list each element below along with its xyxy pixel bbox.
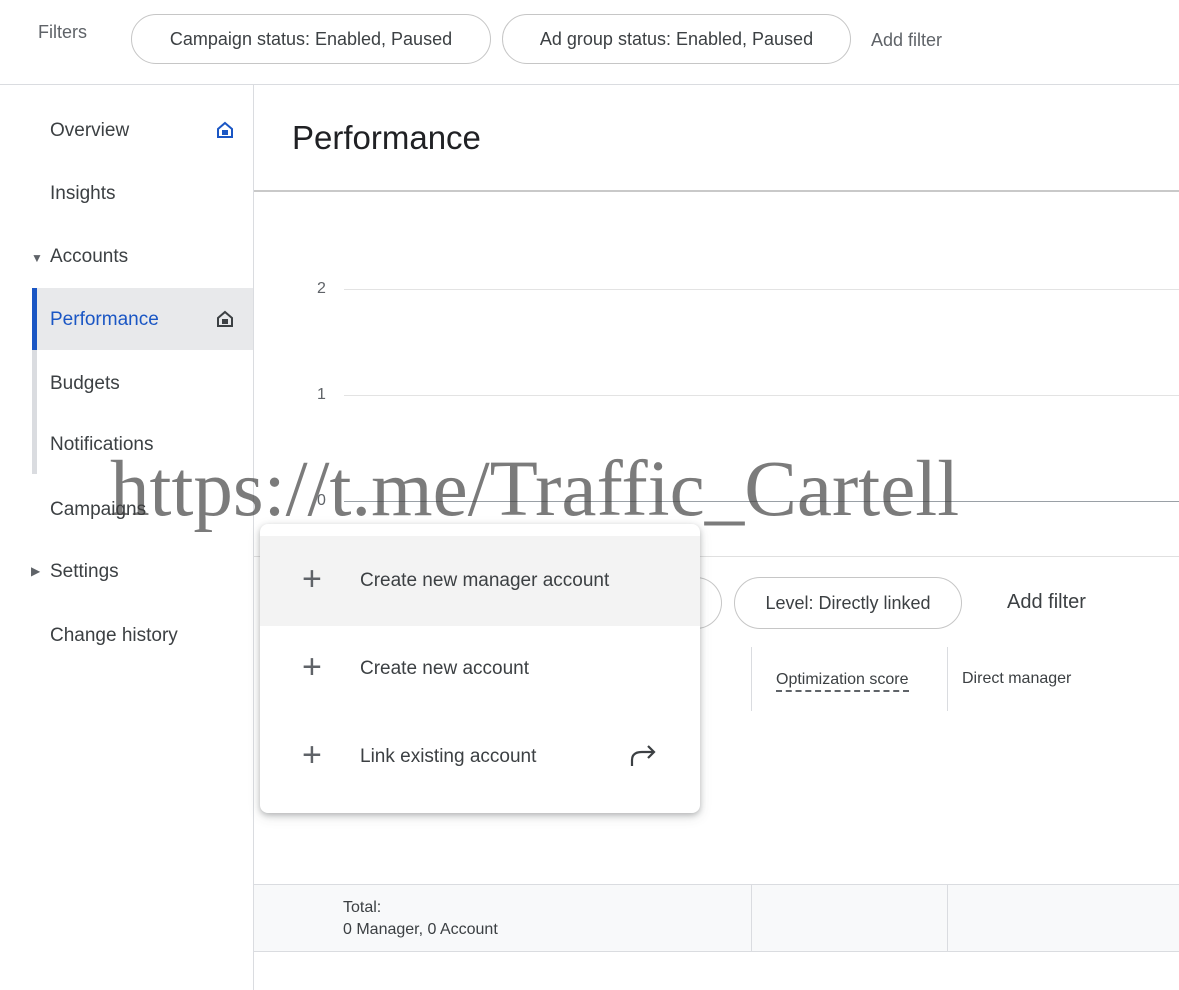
menu-item-create-manager-account[interactable]: + Create new manager account — [260, 536, 700, 626]
column-header-direct-manager[interactable]: Direct manager — [962, 670, 1071, 688]
submenu-indent-line — [32, 350, 37, 474]
page-header: Performance — [254, 85, 1179, 192]
sidebar-item-insights[interactable]: Insights — [50, 183, 115, 205]
home-icon — [217, 310, 233, 327]
table-total-row: Total: 0 Manager, 0 Account — [254, 884, 1179, 952]
y-tick-label: 2 — [317, 280, 326, 297]
sidebar-item-overview[interactable]: Overview — [50, 120, 129, 142]
column-header-optimization-score[interactable]: Optimization score — [776, 671, 909, 692]
plus-icon: + — [302, 560, 322, 598]
ad-group-status-filter-chip[interactable]: Ad group status: Enabled, Paused — [502, 14, 851, 64]
gridline — [344, 289, 1179, 290]
column-divider — [751, 885, 752, 951]
table-add-filter-button[interactable]: Add filter — [1007, 591, 1086, 614]
y-tick-label: 1 — [317, 386, 326, 403]
plus-icon: + — [302, 648, 322, 686]
page-title: Performance — [292, 119, 481, 156]
sidebar-item-change-history[interactable]: Change history — [50, 625, 178, 647]
plus-icon: + — [302, 736, 322, 774]
caret-down-icon[interactable]: ▼ — [31, 251, 43, 265]
create-account-menu: + Create new manager account + Create ne… — [260, 524, 700, 813]
column-divider — [751, 647, 752, 711]
sidebar-item-performance[interactable]: Performance — [50, 309, 159, 331]
menu-item-link-existing-account[interactable]: + Link existing account — [260, 712, 700, 802]
column-divider — [947, 885, 948, 951]
menu-item-create-account[interactable]: + Create new account — [260, 624, 700, 714]
caret-right-icon[interactable]: ▶ — [31, 564, 40, 578]
home-icon — [217, 121, 233, 138]
sidebar-item-budgets[interactable]: Budgets — [50, 373, 120, 395]
campaign-status-filter-chip[interactable]: Campaign status: Enabled, Paused — [131, 14, 491, 64]
total-label: Total: — [343, 899, 382, 916]
share-arrow-icon — [630, 745, 656, 766]
total-value: 0 Manager, 0 Account — [343, 921, 498, 938]
sidebar-item-settings[interactable]: Settings — [50, 561, 119, 583]
filter-bar: Filters Campaign status: Enabled, Paused… — [0, 0, 1179, 85]
watermark-text: https://t.me/Traffic_Cartell — [110, 446, 960, 533]
menu-item-label: Create new manager account — [360, 570, 610, 591]
sidebar-nav: Overview Insights ▼ Accounts Performance… — [0, 85, 254, 990]
menu-item-label: Link existing account — [360, 746, 537, 767]
sidebar-item-accounts[interactable]: Accounts — [50, 246, 128, 268]
gridline — [344, 395, 1179, 396]
active-item-indicator — [32, 288, 37, 350]
menu-item-label: Create new account — [360, 658, 529, 679]
filters-label: Filters — [38, 22, 87, 42]
add-filter-button[interactable]: Add filter — [871, 30, 942, 51]
level-filter-chip[interactable]: Level: Directly linked — [734, 577, 962, 629]
column-divider — [947, 647, 948, 711]
